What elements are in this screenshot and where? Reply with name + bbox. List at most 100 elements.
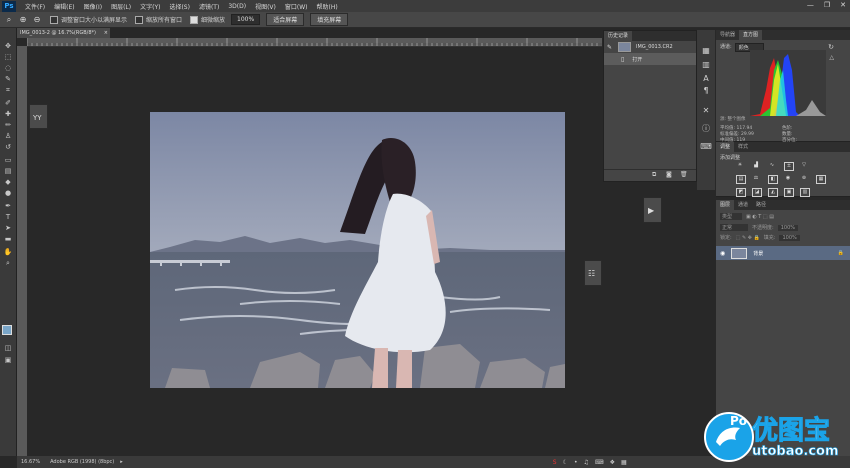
color-balance-icon[interactable]: ⚖ xyxy=(752,175,760,182)
navigator-icon[interactable]: ▦ xyxy=(700,46,712,56)
vibrance-icon[interactable]: ▽ xyxy=(800,162,808,169)
screen-mode-icon[interactable]: ▣ xyxy=(3,356,13,364)
tools-preset-icon[interactable]: ✕ xyxy=(700,106,712,116)
document-tab[interactable]: IMG_0013-2 @ 16.7%(RGB/8*) × xyxy=(17,28,110,38)
threshold-icon[interactable]: ◭ xyxy=(768,188,778,197)
moon-icon[interactable]: ☾ xyxy=(563,459,568,466)
microphone-icon[interactable]: ♫ xyxy=(584,459,589,466)
status-menu-arrow-icon[interactable]: ▸ xyxy=(120,459,123,465)
actions-panel[interactable]: ▶ xyxy=(643,197,662,223)
gradient-tool-icon[interactable]: ▤ xyxy=(3,167,13,175)
brush-tool-icon[interactable]: ✏ xyxy=(3,121,13,129)
color-lookup-icon[interactable]: ▦ xyxy=(816,175,826,184)
info-icon[interactable]: ⓘ xyxy=(700,124,712,134)
marquee-tool-icon[interactable]: ⬚ xyxy=(3,53,13,61)
channel-mixer-icon[interactable]: ⊚ xyxy=(800,175,808,182)
posterize-icon[interactable]: ◪ xyxy=(752,188,762,197)
layer-row[interactable]: ◉ 背景 🔒 xyxy=(716,246,850,260)
lasso-tool-icon[interactable]: ◌ xyxy=(3,64,13,72)
zoom-tool-icon[interactable]: ⌕ xyxy=(4,15,14,25)
menu-file[interactable]: 文件(F) xyxy=(25,2,45,11)
zoom-percent[interactable]: 16.67% xyxy=(21,459,40,465)
character-icon[interactable]: A xyxy=(700,74,712,84)
black-white-icon[interactable]: ◧ xyxy=(768,175,778,184)
menu-view[interactable]: 视图(V) xyxy=(255,2,276,11)
keyboard-icon[interactable]: ⌨ xyxy=(595,459,604,466)
history-step[interactable]: ▯ 打开 xyxy=(604,53,696,65)
close-button[interactable]: ✕ xyxy=(840,1,846,9)
close-document-icon[interactable]: × xyxy=(104,28,108,38)
document-image[interactable] xyxy=(150,112,565,388)
healing-brush-tool-icon[interactable]: ✚ xyxy=(3,110,13,118)
menu-window[interactable]: 窗口(W) xyxy=(285,2,308,11)
clone-stamp-tool-icon[interactable]: ♙ xyxy=(3,132,13,140)
menu-layer[interactable]: 图层(L) xyxy=(111,2,131,11)
restore-button[interactable]: ❐ xyxy=(824,1,830,9)
tab-channels[interactable]: 通道 xyxy=(734,200,752,210)
menu-help[interactable]: 帮助(H) xyxy=(317,2,338,11)
exposure-icon[interactable]: ± xyxy=(784,162,794,171)
eraser-tool-icon[interactable]: ▭ xyxy=(3,156,13,164)
move-tool-icon[interactable]: ✥ xyxy=(3,42,13,50)
yy-panel[interactable]: YY xyxy=(29,104,48,129)
curves-icon[interactable]: ∿ xyxy=(768,162,776,169)
path-select-tool-icon[interactable]: ➤ xyxy=(3,224,13,232)
history-brush-tool-icon[interactable]: ↺ xyxy=(3,143,13,151)
properties-icon[interactable]: ☷ xyxy=(588,269,595,278)
properties-panel[interactable]: ☷ xyxy=(584,260,602,286)
visibility-eye-icon[interactable]: ◉ xyxy=(720,250,725,257)
new-document-from-state-icon[interactable]: ⧉ xyxy=(652,171,656,179)
shape-tool-icon[interactable]: ▬ xyxy=(3,235,13,243)
tab-history[interactable]: 历史记录 xyxy=(604,31,633,41)
camera-icon[interactable]: ◙ xyxy=(666,171,672,178)
play-icon[interactable]: ▶ xyxy=(648,206,654,215)
photo-filter-icon[interactable]: ◉ xyxy=(784,175,792,182)
menu-select[interactable]: 选择(S) xyxy=(169,2,190,11)
quick-select-tool-icon[interactable]: ✎ xyxy=(3,75,13,83)
brightness-icon[interactable]: ☀ xyxy=(736,162,744,169)
layer-kind-filter[interactable]: 类型 xyxy=(720,213,743,220)
resize-windows-checkbox[interactable]: 调整窗口大小以满屏显示 xyxy=(50,15,127,24)
tab-histogram[interactable]: 直方图 xyxy=(739,30,763,40)
menu-edit[interactable]: 编辑(E) xyxy=(54,2,74,11)
tab-styles[interactable]: 样式 xyxy=(734,142,752,152)
uncached-warning-icon[interactable]: △ xyxy=(829,54,834,61)
paragraph-icon[interactable]: ¶ xyxy=(700,86,712,96)
menu-image[interactable]: 图像(I) xyxy=(84,2,102,11)
levels-icon[interactable]: ▟ xyxy=(752,162,760,169)
crop-tool-icon[interactable]: ⌗ xyxy=(3,86,13,94)
input-method-icon[interactable]: S xyxy=(553,459,557,466)
type-tool-icon[interactable]: T xyxy=(3,213,13,221)
blend-mode-select[interactable]: 正常 xyxy=(720,224,749,231)
shirt-icon[interactable]: ❖ xyxy=(610,459,615,466)
histogram-icon[interactable]: ▥ xyxy=(700,60,712,70)
history-snapshot[interactable]: ✎ IMG_0013.CR2 xyxy=(604,41,696,53)
menu-3d[interactable]: 3D(D) xyxy=(228,3,246,10)
scrubby-zoom-checkbox[interactable]: 细微缩放 xyxy=(190,15,225,24)
zoom-all-checkbox[interactable]: 缩放所有窗口 xyxy=(135,15,182,24)
grid-icon[interactable]: ▦ xyxy=(621,459,627,466)
invert-icon[interactable]: ◩ xyxy=(736,188,746,197)
fill-field[interactable]: 100% xyxy=(779,234,800,241)
fit-screen-button[interactable]: 适合屏幕 xyxy=(266,13,305,26)
quick-mask-icon[interactable]: ◫ xyxy=(3,344,13,352)
fill-screen-button[interactable]: 填充屏幕 xyxy=(310,13,349,26)
zoom-tool-icon[interactable]: ⌕ xyxy=(3,259,13,267)
selective-color-icon[interactable]: ▣ xyxy=(784,188,794,197)
refresh-icon[interactable]: ↻ xyxy=(828,43,834,51)
zoom-value-field[interactable]: 100% xyxy=(231,14,261,25)
document-info[interactable]: Adobe RGB (1998) (8bpc) xyxy=(50,459,114,465)
blur-tool-icon[interactable]: ◆ xyxy=(3,178,13,186)
filter-icons[interactable]: ▣ ◐ T ⬚ ▤ xyxy=(746,214,774,220)
tab-adjustments[interactable]: 调整 xyxy=(716,142,735,152)
menu-type[interactable]: 文字(Y) xyxy=(140,2,160,11)
foreground-color-swatch[interactable] xyxy=(2,325,12,335)
zoom-out-icon[interactable]: ⊖ xyxy=(32,15,42,25)
tab-layers[interactable]: 图层 xyxy=(716,200,735,210)
dodge-tool-icon[interactable]: ● xyxy=(3,189,13,197)
pen-tool-icon[interactable]: ✒ xyxy=(3,202,13,210)
tab-navigator[interactable]: 导航器 xyxy=(716,30,739,40)
lock-icons[interactable]: ⬚ ✎ ✥ 🔒 xyxy=(736,235,760,241)
minimize-button[interactable]: — xyxy=(807,1,814,9)
gradient-map-icon[interactable]: ▥ xyxy=(800,188,810,197)
